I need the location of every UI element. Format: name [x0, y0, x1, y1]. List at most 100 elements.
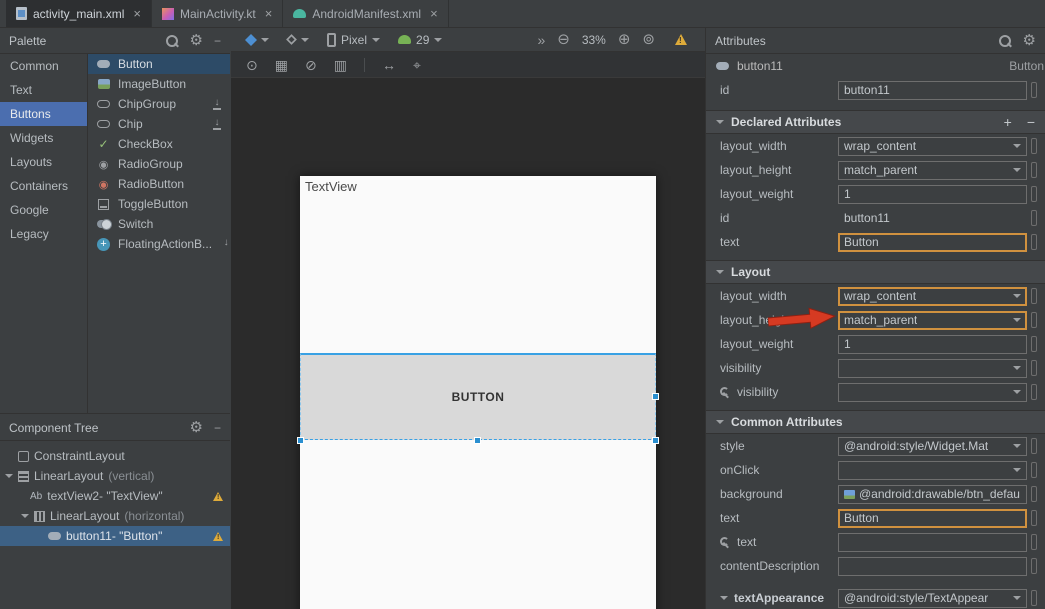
- palette-category-buttons[interactable]: Buttons: [0, 102, 87, 126]
- resource-picker-button[interactable]: [1031, 510, 1037, 526]
- layout-weight-field[interactable]: 1: [838, 335, 1027, 354]
- gear-icon[interactable]: ⚙: [190, 420, 203, 435]
- resource-picker-button[interactable]: [1031, 384, 1037, 400]
- text-field[interactable]: Button: [838, 233, 1027, 252]
- show-constraints-icon[interactable]: ▦: [275, 58, 288, 72]
- download-icon[interactable]: [212, 119, 222, 130]
- chevron-down-icon[interactable]: [5, 474, 13, 478]
- palette-item-chip[interactable]: Chip: [88, 114, 230, 134]
- resource-picker-button[interactable]: [1031, 336, 1037, 352]
- palette-item-radiobutton[interactable]: RadioButton: [88, 174, 230, 194]
- chevron-down-icon[interactable]: [21, 514, 29, 518]
- design-mode-selector[interactable]: [239, 35, 276, 45]
- remove-attribute-button[interactable]: −: [1027, 114, 1035, 130]
- visibility-dropdown[interactable]: [838, 359, 1027, 378]
- zoom-out-button[interactable]: ⊖: [557, 32, 570, 47]
- layout-width-dropdown[interactable]: wrap_content: [838, 287, 1027, 306]
- tree-item-constraintlayout[interactable]: ConstraintLayout: [0, 446, 230, 466]
- resource-picker-button[interactable]: [1031, 534, 1037, 550]
- gear-icon[interactable]: ⚙: [1023, 33, 1036, 48]
- tab-activity-main-xml[interactable]: activity_main.xml ×: [6, 0, 152, 27]
- section-layout[interactable]: Layout: [706, 260, 1045, 284]
- orientation-selector[interactable]: [280, 35, 316, 44]
- api-selector[interactable]: 29: [391, 33, 449, 47]
- id-value[interactable]: button11: [838, 209, 1027, 228]
- layout-height-dropdown[interactable]: match_parent: [838, 311, 1027, 330]
- resize-handle-right[interactable]: [652, 393, 659, 400]
- clear-constraints-icon[interactable]: ↔: [382, 58, 396, 72]
- add-attribute-button[interactable]: +: [1004, 114, 1012, 130]
- default-margins-icon[interactable]: ▥: [334, 58, 347, 72]
- resource-picker-button[interactable]: [1031, 360, 1037, 376]
- text-field[interactable]: Button: [838, 509, 1027, 528]
- resource-picker-button[interactable]: [1031, 486, 1037, 502]
- close-icon[interactable]: ×: [133, 7, 141, 20]
- resource-picker-button[interactable]: [1031, 186, 1037, 202]
- resource-picker-button[interactable]: [1031, 312, 1037, 328]
- autoconnect-off-icon[interactable]: ⊘: [305, 58, 317, 72]
- zoom-to-fit-button[interactable]: ⊚: [642, 32, 655, 47]
- close-icon[interactable]: ×: [430, 7, 438, 20]
- device-selector[interactable]: Pixel: [320, 33, 387, 47]
- resource-picker-button[interactable]: [1031, 438, 1037, 454]
- tree-item-linearlayout-horizontal[interactable]: LinearLayout (horizontal): [0, 506, 230, 526]
- tools-text-field[interactable]: [838, 533, 1027, 552]
- palette-category-google[interactable]: Google: [0, 198, 87, 222]
- download-icon[interactable]: [212, 99, 222, 110]
- tree-item-linearlayout-vertical[interactable]: LinearLayout (vertical): [0, 466, 230, 486]
- search-icon[interactable]: [164, 33, 179, 48]
- tree-item-button11[interactable]: button11- "Button": [0, 526, 230, 546]
- resource-picker-button[interactable]: [1031, 210, 1037, 226]
- palette-item-togglebutton[interactable]: ToggleButton: [88, 194, 230, 214]
- id-field[interactable]: button11: [838, 81, 1027, 100]
- tools-visibility-dropdown[interactable]: [838, 383, 1027, 402]
- palette-item-chipgroup[interactable]: ChipGroup: [88, 94, 230, 114]
- resource-picker-button[interactable]: [1031, 138, 1037, 154]
- onclick-dropdown[interactable]: [838, 461, 1027, 480]
- infer-constraints-icon[interactable]: ⌖: [413, 58, 421, 72]
- resource-picker-button[interactable]: [1031, 590, 1037, 606]
- palette-item-switch[interactable]: Switch: [88, 214, 230, 234]
- gear-icon[interactable]: ⚙: [190, 33, 203, 48]
- palette-item-button[interactable]: Button: [88, 54, 230, 74]
- palette-category-legacy[interactable]: Legacy: [0, 222, 87, 246]
- textappearance-dropdown[interactable]: @android:style/TextAppear: [838, 589, 1027, 608]
- contentdescription-field[interactable]: [838, 557, 1027, 576]
- resource-picker-button[interactable]: [1031, 558, 1037, 574]
- search-icon[interactable]: [997, 33, 1012, 48]
- overflow-chevron-icon[interactable]: »: [537, 33, 545, 47]
- palette-item-imagebutton[interactable]: ImageButton: [88, 74, 230, 94]
- resize-handle-bottom-left[interactable]: [297, 437, 304, 444]
- zoom-in-button[interactable]: ⊕: [618, 32, 631, 47]
- canvas-button[interactable]: BUTTON: [300, 353, 656, 440]
- palette-category-common[interactable]: Common: [0, 54, 87, 78]
- minimize-icon[interactable]: −: [214, 35, 221, 47]
- resize-handle-bottom-right[interactable]: [652, 437, 659, 444]
- palette-category-layouts[interactable]: Layouts: [0, 150, 87, 174]
- palette-item-checkbox[interactable]: CheckBox: [88, 134, 230, 154]
- palette-category-containers[interactable]: Containers: [0, 174, 87, 198]
- resource-picker-button[interactable]: [1031, 82, 1037, 98]
- minimize-icon[interactable]: −: [214, 422, 221, 434]
- tab-mainactivity-kt[interactable]: MainActivity.kt ×: [152, 0, 283, 27]
- layout-height-dropdown[interactable]: match_parent: [838, 161, 1027, 180]
- canvas-textview[interactable]: TextView: [305, 179, 357, 194]
- layout-weight-field[interactable]: 1: [838, 185, 1027, 204]
- tree-item-textview2[interactable]: Ab textView2- "TextView": [0, 486, 230, 506]
- resource-picker-button[interactable]: [1031, 234, 1037, 250]
- section-common-attributes[interactable]: Common Attributes: [706, 410, 1045, 434]
- chevron-down-icon[interactable]: [720, 596, 728, 600]
- palette-item-floatingactionbutton[interactable]: FloatingActionB...: [88, 234, 230, 254]
- resize-handle-bottom[interactable]: [474, 437, 481, 444]
- palette-item-radiogroup[interactable]: RadioGroup: [88, 154, 230, 174]
- resource-picker-button[interactable]: [1031, 462, 1037, 478]
- palette-category-widgets[interactable]: Widgets: [0, 126, 87, 150]
- resource-picker-button[interactable]: [1031, 288, 1037, 304]
- section-declared-attributes[interactable]: Declared Attributes + −: [706, 110, 1045, 134]
- view-options-icon[interactable]: ⊙: [246, 58, 258, 72]
- warning-icon[interactable]: [675, 34, 687, 45]
- layout-width-dropdown[interactable]: wrap_content: [838, 137, 1027, 156]
- resource-picker-button[interactable]: [1031, 162, 1037, 178]
- tab-androidmanifest-xml[interactable]: AndroidManifest.xml ×: [283, 0, 448, 27]
- style-dropdown[interactable]: @android:style/Widget.Mat: [838, 437, 1027, 456]
